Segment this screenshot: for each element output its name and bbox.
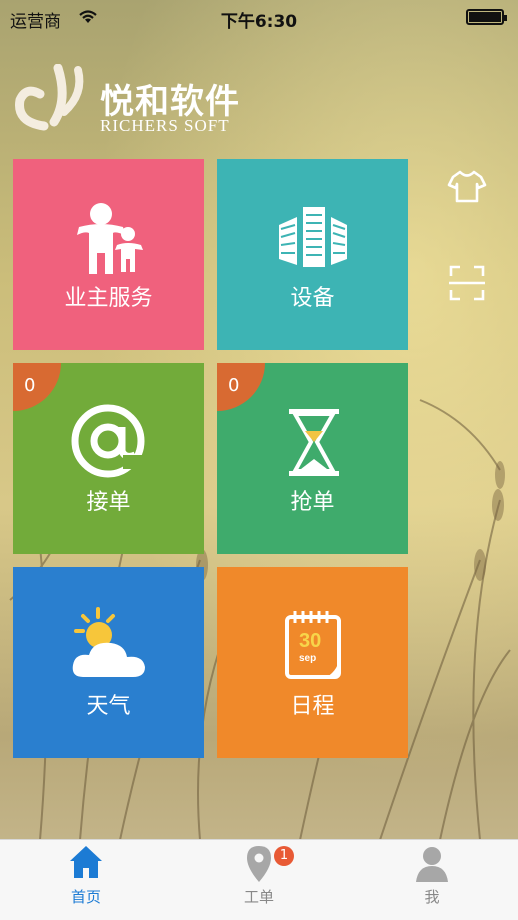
- tile-label: 设备: [290, 286, 335, 311]
- tab-label: 首页: [70, 888, 101, 906]
- calendar-month: sep: [299, 653, 316, 664]
- tile-equipment[interactable]: 设备: [217, 159, 408, 350]
- shirt-icon[interactable]: [447, 167, 487, 207]
- tab-work-order[interactable]: 1 工单: [173, 840, 345, 920]
- tab-home[interactable]: 首页: [0, 840, 172, 920]
- tile-accept-order[interactable]: 0 接单: [13, 363, 204, 554]
- battery-icon: [466, 9, 507, 25]
- logo-subtitle: RICHERS SOFT: [100, 116, 230, 135]
- clock: 下午6:30: [220, 12, 298, 32]
- notification-badge: 1: [274, 846, 294, 866]
- tile-label: 天气: [86, 694, 131, 719]
- tile-grab-order[interactable]: 0 抢单: [217, 363, 408, 554]
- person-icon: [416, 847, 448, 882]
- tile-label: 抢单: [290, 490, 335, 515]
- tab-bar: 首页 1 工单 我: [0, 839, 518, 920]
- tab-label: 我: [424, 888, 440, 906]
- location-pin-icon: [247, 846, 271, 882]
- at-sign-icon: [71, 404, 153, 478]
- tab-label: 工单: [243, 888, 274, 906]
- scan-icon[interactable]: [447, 263, 487, 303]
- calendar-icon: 30 sep: [285, 611, 341, 679]
- weather-icon: [72, 607, 145, 677]
- tile-owner-service[interactable]: 业主服务: [13, 159, 204, 350]
- home-screen: 运营商 下午6:30 悦和软件 RICHERS SOFT 业主服务 设备 0 接…: [0, 0, 518, 920]
- tile-label: 日程: [290, 694, 335, 719]
- hourglass-icon: [289, 409, 339, 476]
- buildings-icon: [279, 207, 347, 267]
- tab-me[interactable]: 我: [346, 840, 518, 920]
- tile-label: 业主服务: [64, 286, 153, 311]
- family-icon: [77, 203, 143, 274]
- logo-mark-icon: [15, 64, 84, 131]
- home-icon: [70, 846, 102, 878]
- app-logo: 悦和软件 RICHERS SOFT: [14, 64, 274, 144]
- tile-label: 接单: [86, 490, 131, 515]
- tile-weather[interactable]: 天气: [13, 567, 204, 758]
- calendar-day: 30: [299, 630, 321, 652]
- tile-schedule[interactable]: 30 sep 日程: [217, 567, 408, 758]
- status-bar: 运营商 下午6:30: [0, 0, 518, 36]
